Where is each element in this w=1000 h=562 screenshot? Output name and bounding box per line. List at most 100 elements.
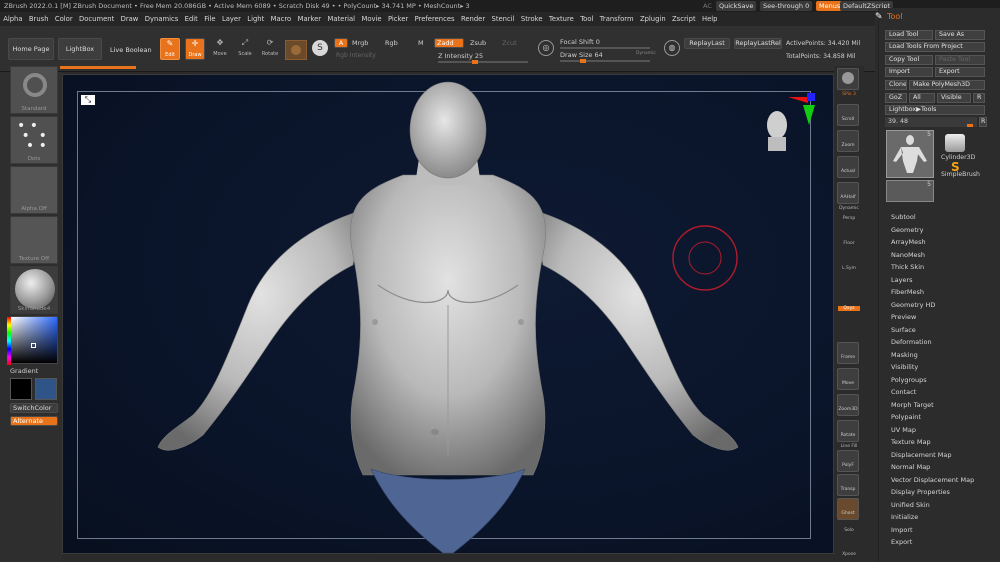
subpalette-polypaint[interactable]: Polypaint: [891, 413, 921, 421]
subpalette-geometry-hd[interactable]: Geometry HD: [891, 301, 935, 309]
rotate-view-button[interactable]: Rotate: [837, 420, 859, 442]
r-reset-button[interactable]: R: [979, 117, 987, 127]
subpalette-nanomesh[interactable]: NanoMesh: [891, 251, 925, 259]
canvas-viewport[interactable]: ⤡: [62, 74, 834, 554]
rotate-button[interactable]: ⟳ Rotate: [259, 38, 281, 60]
subpalette-morph-target[interactable]: Morph Target: [891, 401, 934, 409]
load-tools-from-project-button[interactable]: Load Tools From Project: [885, 42, 985, 52]
menu-material[interactable]: Material: [324, 12, 358, 26]
lazy-mouse-icon[interactable]: ◍: [664, 40, 680, 56]
xpose-button[interactable]: Xpose: [834, 552, 864, 557]
menu-render[interactable]: Render: [458, 12, 489, 26]
floor-button[interactable]: Floor: [834, 241, 864, 246]
replay-last-rel-button[interactable]: ReplayLastRel: [734, 38, 782, 49]
move-view-button[interactable]: Move: [837, 368, 859, 390]
subpalette-arraymesh[interactable]: ArrayMesh: [891, 238, 926, 246]
menu-layer[interactable]: Layer: [219, 12, 244, 26]
live-boolean-toggle[interactable]: Live Boolean: [110, 46, 152, 54]
scale-button[interactable]: ⤢ Scale: [235, 38, 255, 60]
menu-texture[interactable]: Texture: [546, 12, 577, 26]
subpalette-visibility[interactable]: Visibility: [891, 363, 918, 371]
menu-alpha[interactable]: Alpha: [0, 12, 26, 26]
menu-picker[interactable]: Picker: [385, 12, 412, 26]
scroll-button[interactable]: Scroll: [837, 104, 859, 126]
ghost-button[interactable]: Ghost: [837, 498, 859, 520]
zoom3d-button[interactable]: Zoom3D: [837, 394, 859, 416]
subpalette-polygroups[interactable]: Polygroups: [891, 376, 927, 384]
brush-size-icon[interactable]: ◎: [538, 40, 554, 56]
z-intensity-slider[interactable]: Z Intensity 25: [438, 52, 483, 60]
menu-stencil[interactable]: Stencil: [488, 12, 517, 26]
tool-value-slider[interactable]: 39. 48: [885, 117, 977, 127]
menu-edit[interactable]: Edit: [181, 12, 201, 26]
subpalette-import[interactable]: Import: [891, 526, 913, 534]
transp-button[interactable]: Transp: [837, 474, 859, 496]
gradient-toggle[interactable]: Gradient: [10, 367, 38, 375]
menu-document[interactable]: Document: [76, 12, 118, 26]
stroke-thumbnail[interactable]: • • • • • • Dots: [10, 116, 58, 164]
brush-thumbnail[interactable]: Standard: [10, 66, 58, 114]
polyf-button[interactable]: PolyF: [837, 450, 859, 472]
lsym-button[interactable]: L.Sym: [834, 266, 864, 271]
subpalette-surface[interactable]: Surface: [891, 326, 916, 334]
export-button[interactable]: Export: [935, 67, 985, 77]
draw-button[interactable]: ✛ Draw: [185, 38, 205, 60]
draw-size-handle[interactable]: [580, 59, 586, 63]
qxyz-button[interactable]: Qxyz: [838, 306, 860, 311]
save-as-button[interactable]: Save As: [935, 30, 985, 40]
r-button[interactable]: R: [973, 93, 985, 103]
subpalette-layers[interactable]: Layers: [891, 276, 913, 284]
subpalette-unified-skin[interactable]: Unified Skin: [891, 501, 930, 509]
menu-light[interactable]: Light: [244, 12, 267, 26]
spix-button[interactable]: [837, 68, 859, 90]
zadd-button[interactable]: Zadd: [434, 38, 464, 48]
menu-stroke[interactable]: Stroke: [518, 12, 546, 26]
hue-strip[interactable]: [7, 317, 11, 365]
menu-zscript[interactable]: Zscript: [669, 12, 699, 26]
subpalette-export[interactable]: Export: [891, 538, 912, 546]
primary-color-swatch[interactable]: [10, 378, 32, 400]
a-button[interactable]: A: [334, 38, 348, 48]
menu-help[interactable]: Help: [699, 12, 721, 26]
material-swatch-button[interactable]: [285, 40, 307, 60]
make-polymesh3d-button[interactable]: Make PolyMesh3D: [909, 80, 985, 90]
see-through-slider[interactable]: See-through 0: [760, 1, 813, 11]
figure-model[interactable]: [63, 75, 835, 555]
menu-dynamics[interactable]: Dynamics: [142, 12, 182, 26]
secondary-tool-thumbnail[interactable]: 5: [886, 180, 934, 202]
m-button[interactable]: M: [418, 39, 424, 47]
subpalette-normal-map[interactable]: Normal Map: [891, 463, 930, 471]
mrgb-button[interactable]: Mrgb: [352, 39, 368, 47]
zsub-button[interactable]: Zsub: [470, 39, 486, 47]
tool-value-handle[interactable]: [967, 124, 973, 127]
menu-macro[interactable]: Macro: [267, 12, 294, 26]
active-tool-thumbnail[interactable]: 5: [886, 130, 934, 178]
menu-marker[interactable]: Marker: [294, 12, 324, 26]
persp-button[interactable]: Persp: [834, 216, 864, 221]
paste-tool-button[interactable]: Paste Tool: [935, 55, 985, 65]
edit-button[interactable]: ✎ Edit: [160, 38, 180, 60]
subpalette-contact[interactable]: Contact: [891, 388, 916, 396]
visible-button[interactable]: Visible: [937, 93, 971, 103]
alpha-thumbnail[interactable]: Alpha Off: [10, 166, 58, 214]
menu-draw[interactable]: Draw: [117, 12, 141, 26]
subpalette-deformation[interactable]: Deformation: [891, 338, 932, 346]
actual-button[interactable]: Actual: [837, 156, 859, 178]
spotlight-icon[interactable]: S: [312, 40, 328, 56]
zoom-button[interactable]: Zoom: [837, 130, 859, 152]
simplebrush-label[interactable]: SimpleBrush: [941, 171, 980, 178]
move-button[interactable]: ✥ Move: [210, 38, 230, 60]
subpalette-vector-displacement-map[interactable]: Vector Displacement Map: [891, 476, 974, 484]
subpalette-thick-skin[interactable]: Thick Skin: [891, 263, 924, 271]
material-thumbnail[interactable]: SkinShade4: [10, 266, 58, 314]
subpalette-displacement-map[interactable]: Displacement Map: [891, 451, 951, 459]
zcut-button[interactable]: Zcut: [502, 39, 517, 47]
menu-brush[interactable]: Brush: [26, 12, 52, 26]
replay-last-button[interactable]: ReplayLast: [684, 38, 730, 49]
solo-button[interactable]: Solo: [834, 528, 864, 533]
subpalette-preview[interactable]: Preview: [891, 313, 916, 321]
menu-tool[interactable]: Tool: [577, 12, 597, 26]
quicksave-button[interactable]: QuickSave: [716, 1, 757, 11]
subpalette-texture-map[interactable]: Texture Map: [891, 438, 931, 446]
texture-thumbnail[interactable]: Texture Off: [10, 216, 58, 264]
